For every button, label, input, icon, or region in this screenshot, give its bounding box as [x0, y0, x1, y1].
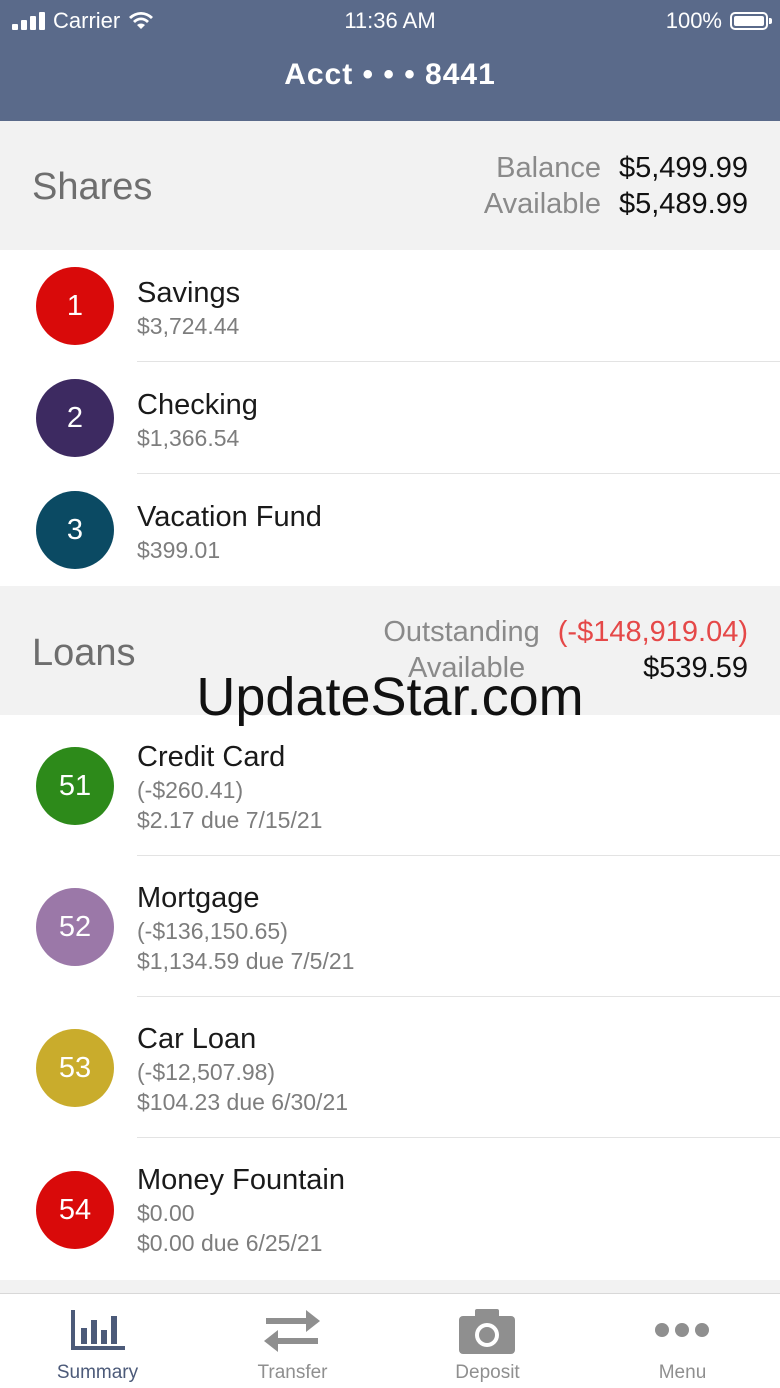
share-item-vacation-fund[interactable]: 3 Vacation Fund $399.01 — [0, 474, 780, 586]
account-name: Mortgage — [137, 882, 260, 914]
loans-outstanding-row: Outstanding (-$148,919.04) — [383, 616, 748, 649]
shares-available-row: Available $5,489.99 — [484, 188, 748, 221]
account-amount: $1,366.54 — [137, 425, 240, 451]
shares-balance-row: Balance $5,499.99 — [496, 152, 748, 185]
account-number-badge: 52 — [36, 888, 114, 966]
share-item-savings[interactable]: 1 Savings $3,724.44 — [0, 250, 780, 362]
bar-chart-icon — [71, 1310, 125, 1350]
outstanding-value: (-$148,919.04) — [557, 616, 748, 648]
account-amount: (-$12,507.98) — [137, 1059, 276, 1085]
loan-item-credit-card[interactable]: 51 Credit Card (-$260.41) $2.17 due 7/15… — [0, 715, 780, 856]
account-number-badge: 54 — [36, 1171, 114, 1249]
watermark-text: UpdateStar.com — [196, 667, 584, 727]
tab-label: Transfer — [257, 1362, 328, 1383]
account-number-badge: 3 — [36, 491, 114, 569]
account-amount: $3,724.44 — [137, 313, 240, 339]
loan-item-money-fountain[interactable]: 54 Money Fountain $0.00 $0.00 due 6/25/2… — [0, 1138, 780, 1280]
balance-value: $5,499.99 — [618, 152, 748, 184]
account-amount: (-$260.41) — [137, 777, 244, 803]
account-name: Checking — [137, 389, 258, 421]
account-amount: $0.00 — [137, 1200, 195, 1226]
tab-summary[interactable]: Summary — [0, 1294, 195, 1388]
nav-header: Carrier 11:36 AM 100% Acct • • • 8441 — [0, 0, 780, 121]
loan-item-mortgage[interactable]: 52 Mortgage (-$136,150.65) $1,134.59 due… — [0, 856, 780, 997]
tab-menu[interactable]: Menu — [585, 1294, 780, 1388]
tab-label: Menu — [658, 1362, 707, 1383]
account-amount: $399.01 — [137, 537, 221, 563]
battery-percent: 100% — [665, 8, 722, 33]
account-name: Credit Card — [137, 741, 286, 773]
account-amount: (-$136,150.65) — [137, 918, 288, 944]
page-title: Acct • • • 8441 — [284, 58, 496, 91]
account-number-badge: 51 — [36, 747, 114, 825]
tab-label: Summary — [56, 1362, 139, 1383]
outstanding-label: Outstanding — [383, 616, 540, 648]
status-time: 11:36 AM — [344, 8, 436, 33]
available-label: Available — [483, 188, 601, 220]
payment-due: $0.00 due 6/25/21 — [137, 1230, 323, 1256]
tab-deposit[interactable]: Deposit — [390, 1294, 585, 1388]
status-bar: Carrier 11:36 AM 100% — [0, 0, 780, 40]
account-number-badge: 53 — [36, 1029, 114, 1107]
account-number-badge: 2 — [36, 379, 114, 457]
balance-label: Balance — [496, 152, 601, 184]
payment-due: $2.17 due 7/15/21 — [137, 807, 323, 833]
list-bottom-strip — [0, 1280, 780, 1293]
shares-section-header: Shares Balance $5,499.99 Available $5,48… — [0, 121, 780, 250]
available-value: $5,489.99 — [618, 188, 748, 220]
account-name: Vacation Fund — [137, 501, 322, 533]
more-dots-icon — [655, 1323, 709, 1337]
shares-label: Shares — [32, 166, 153, 208]
camera-icon — [459, 1309, 515, 1354]
tab-label: Deposit — [455, 1362, 520, 1383]
tab-bar: Summary Transfer Deposit Menu — [0, 1293, 780, 1388]
battery-indicator: 100% — [665, 8, 772, 34]
share-item-checking[interactable]: 2 Checking $1,366.54 — [0, 362, 780, 474]
payment-due: $1,134.59 due 7/5/21 — [137, 948, 355, 974]
battery-icon — [730, 12, 772, 30]
payment-due: $104.23 due 6/30/21 — [137, 1089, 349, 1115]
tab-transfer[interactable]: Transfer — [195, 1294, 390, 1388]
account-name: Savings — [137, 277, 241, 309]
loan-item-car-loan[interactable]: 53 Car Loan (-$12,507.98) $104.23 due 6/… — [0, 997, 780, 1138]
account-name: Car Loan — [137, 1023, 257, 1055]
account-number-badge: 1 — [36, 267, 114, 345]
transfer-arrows-icon — [264, 1310, 320, 1352]
account-name: Money Fountain — [137, 1164, 345, 1196]
